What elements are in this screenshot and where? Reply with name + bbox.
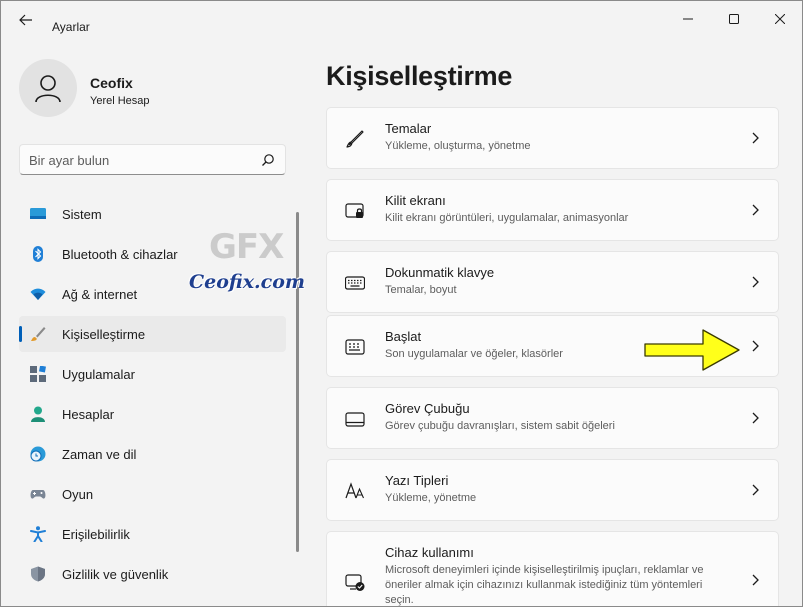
sidebar-item-label: Sistem: [62, 207, 102, 222]
avatar: [19, 59, 77, 117]
card-touch-keyboard[interactable]: Dokunmatik klavye Temalar, boyut: [326, 251, 779, 313]
sidebar-item-accessibility[interactable]: Erişilebilirlik: [19, 516, 286, 552]
card-description: Microsoft deneyimleri içinde kişiselleşt…: [385, 564, 704, 606]
sidebar-item-personalization[interactable]: Kişiselleştirme: [19, 316, 286, 352]
close-button[interactable]: [757, 7, 802, 31]
card-taskbar[interactable]: Görev Çubuğu Görev çubuğu davranışları, …: [326, 387, 779, 449]
sidebar-item-label: Kişiselleştirme: [62, 327, 146, 342]
wifi-icon: [30, 288, 46, 300]
card-title: Cihaz kullanımı: [385, 545, 474, 560]
minimize-icon: [683, 18, 693, 20]
lock-screen-icon: [345, 203, 364, 218]
apps-icon: [30, 366, 46, 382]
sidebar-item-time-language[interactable]: Zaman ve dil: [19, 436, 286, 472]
card-fonts[interactable]: Yazı Tipleri Yükleme, yönetme: [326, 459, 779, 521]
card-title: Görev Çubuğu: [385, 401, 470, 416]
app-title: Ayarlar: [52, 20, 90, 34]
sidebar-item-label: Ağ & internet: [62, 287, 138, 302]
start-menu-icon: [345, 339, 365, 355]
watermark: GFX Ceofix.com: [189, 227, 305, 297]
maximize-button[interactable]: [711, 7, 757, 31]
settings-window: Ayarlar Ceofix Yerel Hesap Sistem Blueto…: [0, 0, 803, 607]
sidebar-item-label: Hesaplar: [62, 407, 115, 422]
card-description: Temalar, boyut: [385, 284, 457, 296]
annotation-arrow-icon: [644, 329, 740, 371]
card-title: Yazı Tipleri: [385, 473, 449, 488]
card-description: Kilit ekranı görüntüleri, uygulamalar, a…: [385, 212, 629, 224]
search-icon[interactable]: [261, 153, 275, 167]
sidebar-item-accounts[interactable]: Hesaplar: [19, 396, 286, 432]
keyboard-icon: [345, 276, 365, 290]
chevron-right-icon: [752, 340, 759, 352]
sidebar-item-privacy[interactable]: Gizlilik ve güvenlik: [19, 556, 286, 592]
brush-icon: [31, 327, 46, 341]
back-button[interactable]: [13, 10, 39, 30]
pen-icon: [346, 130, 364, 148]
card-themes[interactable]: Temalar Yükleme, oluşturma, yönetme: [326, 107, 779, 169]
sidebar-item-label: Gizlilik ve güvenlik: [62, 567, 169, 582]
gamepad-icon: [30, 490, 46, 499]
card-description: Son uygulamalar ve öğeler, klasörler: [385, 348, 563, 360]
sidebar-item-label: Bluetooth & cihazlar: [62, 247, 178, 262]
chevron-right-icon: [752, 574, 759, 586]
taskbar-icon: [345, 412, 365, 427]
user-icon: [35, 75, 61, 103]
user-name: Ceofix: [90, 75, 133, 91]
accessibility-icon: [30, 526, 46, 542]
maximize-icon: [729, 14, 739, 24]
sidebar-item-gaming[interactable]: Oyun: [19, 476, 286, 512]
card-description: Yükleme, oluşturma, yönetme: [385, 140, 531, 152]
chevron-right-icon: [752, 132, 759, 144]
chevron-right-icon: [752, 276, 759, 288]
card-lock-screen[interactable]: Kilit ekranı Kilit ekranı görüntüleri, u…: [326, 179, 779, 241]
watermark-logo: GFX: [209, 227, 284, 267]
minimize-button[interactable]: [665, 7, 711, 31]
card-description: Yükleme, yönetme: [385, 492, 477, 504]
card-title: Kilit ekranı: [385, 193, 446, 208]
chevron-right-icon: [752, 484, 759, 496]
card-title: Temalar: [385, 121, 432, 136]
shield-icon: [31, 566, 45, 582]
sidebar-item-label: Zaman ve dil: [62, 447, 137, 462]
account-type: Yerel Hesap: [90, 95, 150, 107]
search-input[interactable]: [29, 151, 254, 169]
settings-search: [19, 144, 286, 175]
back-arrow-icon: [19, 14, 32, 26]
sidebar-item-label: Oyun: [62, 487, 94, 502]
chevron-right-icon: [752, 412, 759, 424]
sidebar-item-label: Erişilebilirlik: [62, 527, 130, 542]
person-icon: [31, 406, 45, 422]
title-bar: Ayarlar: [1, 1, 802, 35]
sidebar-item-label: Uygulamalar: [62, 367, 135, 382]
device-usage-icon: [345, 574, 365, 591]
card-title: Dokunmatik klavye: [385, 265, 495, 280]
card-device-usage[interactable]: Cihaz kullanımı Microsoft deneyimleri iç…: [326, 531, 779, 606]
bluetooth-icon: [33, 246, 43, 262]
page-title: Kişiselleştirme: [326, 61, 513, 91]
close-icon: [775, 14, 785, 24]
card-title: Başlat: [385, 329, 422, 344]
watermark-site: Ceofix.com: [189, 271, 305, 293]
card-description: Görev çubuğu davranışları, sistem sabit …: [385, 420, 615, 432]
sidebar-item-apps[interactable]: Uygulamalar: [19, 356, 286, 392]
font-icon: [345, 482, 365, 499]
monitor-icon: [30, 208, 46, 219]
chevron-right-icon: [752, 204, 759, 216]
globe-clock-icon: [30, 446, 46, 462]
